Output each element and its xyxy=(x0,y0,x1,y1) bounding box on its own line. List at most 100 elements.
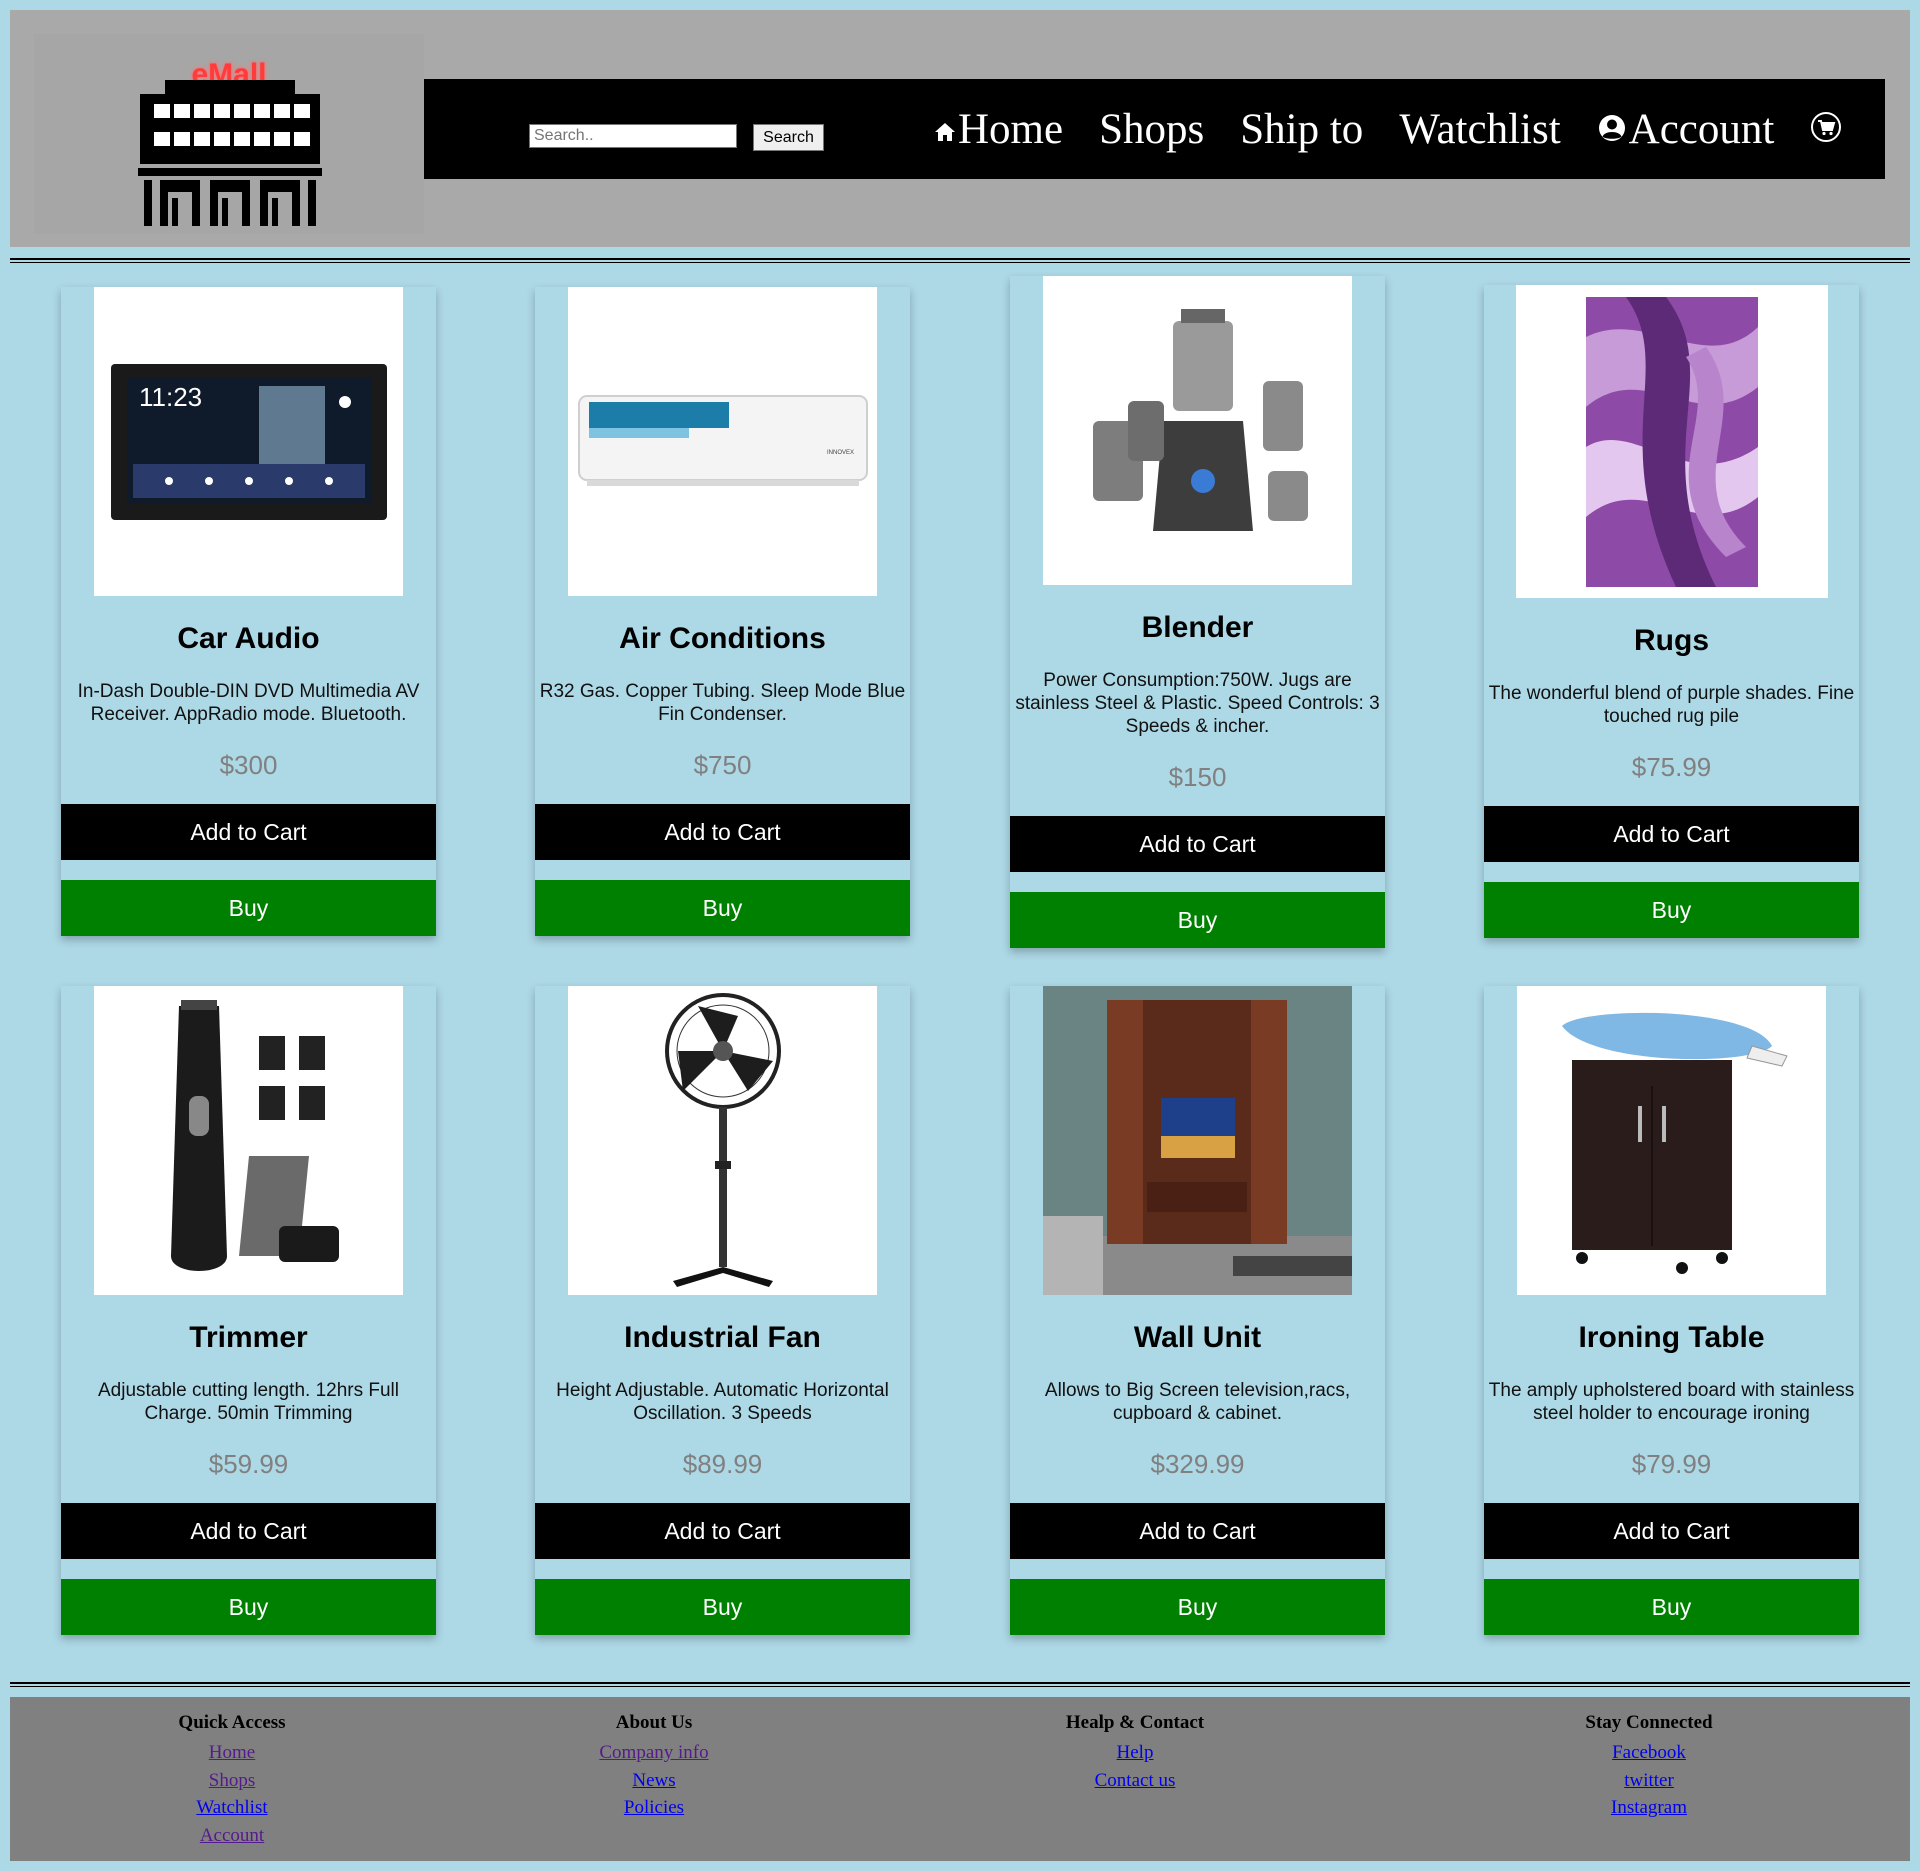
add-to-cart-button[interactable]: Add to Cart xyxy=(1484,1503,1859,1559)
product-name: Trimmer xyxy=(189,1321,308,1354)
product-description: In-Dash Double-DIN DVD Multimedia AV Rec… xyxy=(77,681,420,725)
air-conditioner-image: INNOVEX xyxy=(577,394,868,486)
footer-about-us-title: About Us xyxy=(615,1712,693,1733)
mall-building-icon xyxy=(138,80,322,226)
buy-button[interactable]: Buy xyxy=(61,880,436,936)
search-input[interactable] xyxy=(529,124,737,148)
add-to-cart-button[interactable]: Add to Cart xyxy=(61,804,436,860)
nav-home-label: Home xyxy=(958,105,1064,153)
footer-help-contact-title: Healp & Contact xyxy=(1065,1712,1205,1733)
product-description: Height Adjustable. Automatic Horizontal … xyxy=(556,1380,889,1424)
trimmer-image xyxy=(170,999,339,1271)
add-to-cart-button[interactable]: Add to Cart xyxy=(1010,816,1385,872)
product-price: $89.99 xyxy=(682,1449,763,1479)
product-price: $150 xyxy=(1168,762,1227,792)
buy-button[interactable]: Buy xyxy=(1010,1579,1385,1635)
footer-about-us: About Us Company info News Policies xyxy=(504,1711,804,1822)
product-image xyxy=(1043,986,1352,1295)
nav-links: Home Shops Ship to Watchlist Account xyxy=(934,79,1844,179)
header-separator xyxy=(10,258,1910,263)
purple-rug-image xyxy=(1585,296,1758,587)
navbar: Search Home Shops Ship to Watchlist xyxy=(424,79,1885,179)
buy-button[interactable]: Buy xyxy=(535,880,910,936)
product-image: 11:23 xyxy=(94,287,403,596)
footer-link-facebook[interactable]: Facebook xyxy=(1499,1739,1799,1767)
user-circle-icon xyxy=(1597,105,1627,154)
product-image xyxy=(94,986,403,1295)
footer-link-account[interactable]: Account xyxy=(82,1822,382,1850)
buy-button[interactable]: Buy xyxy=(1010,892,1385,948)
nav-cart[interactable] xyxy=(1810,105,1844,154)
product-card: Wall Unit Allows to Big Screen televisio… xyxy=(1010,986,1385,1635)
product-card: Blender Power Consumption:750W. Jugs are… xyxy=(1010,276,1385,948)
footer-link-company-info[interactable]: Company info xyxy=(504,1739,804,1767)
product-card: INNOVEX Air Conditions R32 Gas. Copper T… xyxy=(535,287,910,936)
nav-ship-to[interactable]: Ship to xyxy=(1240,105,1363,154)
nav-shops-label: Shops xyxy=(1099,105,1205,153)
add-to-cart-button[interactable]: Add to Cart xyxy=(535,804,910,860)
footer-link-help[interactable]: Help xyxy=(985,1739,1285,1767)
site-footer: Quick Access Home Shops Watchlist Accoun… xyxy=(10,1697,1910,1861)
product-card: Industrial Fan Height Adjustable. Automa… xyxy=(535,986,910,1635)
footer-link-news[interactable]: News xyxy=(504,1767,804,1795)
product-price: $750 xyxy=(693,750,752,780)
buy-button[interactable]: Buy xyxy=(1484,1579,1859,1635)
product-name: Ironing Table xyxy=(1578,1321,1765,1354)
car-audio-image: 11:23 xyxy=(110,363,387,520)
footer-link-instagram[interactable]: Instagram xyxy=(1499,1794,1799,1822)
product-description: The wonderful blend of purple shades. Fi… xyxy=(1488,683,1855,727)
nav-home[interactable]: Home xyxy=(934,105,1063,154)
add-to-cart-button[interactable]: Add to Cart xyxy=(1484,806,1859,862)
add-to-cart-button[interactable]: Add to Cart xyxy=(535,1503,910,1559)
nav-watchlist-label: Watchlist xyxy=(1399,105,1561,153)
footer-stay-connected: Stay Connected Facebook twitter Instagra… xyxy=(1499,1711,1799,1822)
footer-quick-access-title: Quick Access xyxy=(178,1712,286,1733)
product-description: Adjustable cutting length. 12hrs Full Ch… xyxy=(97,1380,399,1424)
nav-account[interactable]: Account xyxy=(1597,105,1775,154)
footer-quick-access: Quick Access Home Shops Watchlist Accoun… xyxy=(82,1711,382,1849)
svg-text:INNOVEX: INNOVEX xyxy=(827,450,854,456)
footer-link-contact-us[interactable]: Contact us xyxy=(985,1767,1285,1795)
add-to-cart-button[interactable]: Add to Cart xyxy=(61,1503,436,1559)
footer-link-shops[interactable]: Shops xyxy=(82,1767,382,1795)
home-icon xyxy=(934,105,956,154)
nav-watchlist[interactable]: Watchlist xyxy=(1399,105,1560,154)
product-card: Trimmer Adjustable cutting length. 12hrs… xyxy=(61,986,436,1635)
product-name: Blender xyxy=(1141,611,1254,644)
product-price: $300 xyxy=(219,750,278,780)
buy-button[interactable]: Buy xyxy=(61,1579,436,1635)
footer-stay-connected-title: Stay Connected xyxy=(1585,1712,1713,1733)
footer-help-contact: Healp & Contact Help Contact us xyxy=(985,1711,1285,1794)
product-card: Rugs The wonderful blend of purple shade… xyxy=(1484,285,1859,938)
product-name: Wall Unit xyxy=(1133,1321,1262,1354)
product-image xyxy=(1517,986,1826,1295)
footer-link-twitter[interactable]: twitter xyxy=(1499,1767,1799,1795)
search-button[interactable]: Search xyxy=(753,124,824,151)
buy-button[interactable]: Buy xyxy=(535,1579,910,1635)
wall-unit-image xyxy=(1043,986,1352,1295)
product-image xyxy=(568,986,877,1295)
product-name: Car Audio xyxy=(177,622,320,655)
product-price: $75.99 xyxy=(1631,752,1712,782)
product-price: $79.99 xyxy=(1631,1449,1712,1479)
buy-button[interactable]: Buy xyxy=(1484,882,1859,938)
product-description: R32 Gas. Copper Tubing. Sleep Mode Blue … xyxy=(539,681,906,725)
product-price: $329.99 xyxy=(1150,1449,1245,1479)
logo[interactable]: eMall xyxy=(34,34,424,234)
footer-link-policies[interactable]: Policies xyxy=(504,1794,804,1822)
add-to-cart-button[interactable]: Add to Cart xyxy=(1010,1503,1385,1559)
nav-account-label: Account xyxy=(1628,105,1775,153)
product-description: The amply upholstered board with stainle… xyxy=(1488,1380,1855,1424)
footer-link-home[interactable]: Home xyxy=(82,1739,382,1767)
product-card: 11:23 Car Audio In-Dash Double-DIN DVD M… xyxy=(61,287,436,936)
svg-text:11:23: 11:23 xyxy=(139,382,202,412)
footer-link-watchlist[interactable]: Watchlist xyxy=(82,1794,382,1822)
product-name: Industrial Fan xyxy=(624,1321,821,1354)
ironing-table-image xyxy=(1561,1012,1788,1274)
shopping-cart-icon xyxy=(1810,105,1842,154)
product-name: Air Conditions xyxy=(619,622,826,655)
blender-image xyxy=(1092,308,1308,531)
product-price: $59.99 xyxy=(208,1449,289,1479)
product-description: Power Consumption:750W. Jugs are stainle… xyxy=(1015,670,1380,737)
nav-shops[interactable]: Shops xyxy=(1099,105,1204,154)
